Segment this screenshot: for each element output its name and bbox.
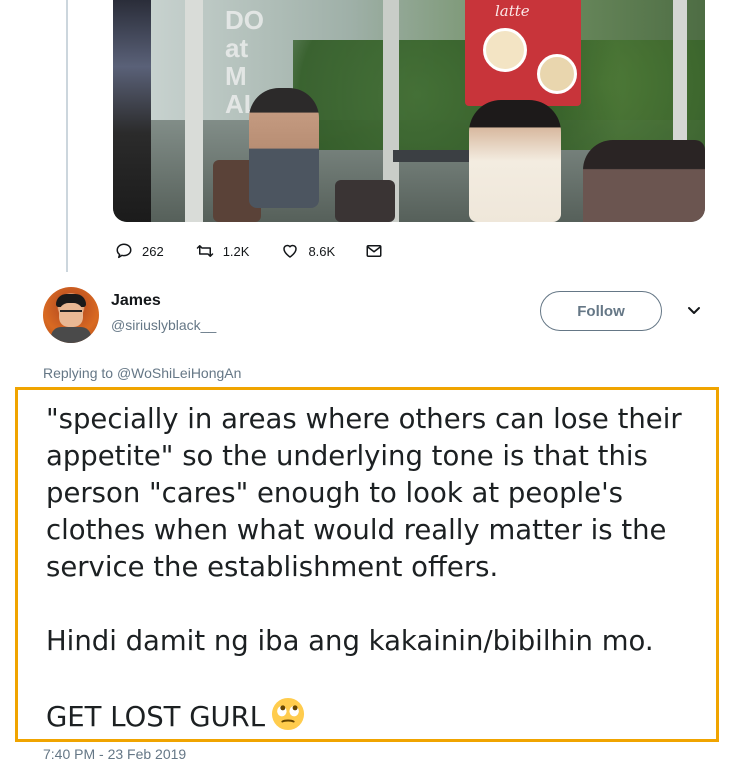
photo-pillar bbox=[185, 0, 203, 222]
tweet-paragraph-last: GET LOST GURL bbox=[46, 697, 722, 736]
retweet-count: 1.2K bbox=[222, 243, 250, 259]
replying-to-line: Replying to @WoShiLeiHongAn bbox=[43, 365, 241, 381]
poster-cup bbox=[537, 54, 577, 94]
photo-person-seated bbox=[583, 140, 705, 222]
photo-person-seated bbox=[469, 100, 561, 222]
photo-poster: latte bbox=[465, 0, 581, 106]
tweet-paragraph: "specially in areas where others can los… bbox=[46, 403, 691, 583]
like-icon bbox=[283, 244, 298, 258]
rolling-eyes-emoji-icon bbox=[272, 697, 305, 731]
avatar-glasses bbox=[60, 310, 82, 317]
replying-to-mention[interactable]: @WoShiLeiHongAn bbox=[117, 365, 241, 381]
message-icon bbox=[366, 245, 382, 257]
thread-line bbox=[66, 0, 68, 272]
replying-prefix: Replying to bbox=[43, 365, 114, 381]
avatar[interactable] bbox=[43, 287, 99, 343]
like-button[interactable]: 8.6K bbox=[281, 242, 335, 260]
tweet-paragraph: Hindi damit ng iba ang kakainin/bibilhin… bbox=[46, 625, 654, 657]
user-handle[interactable]: @siriuslyblack__ bbox=[111, 317, 216, 333]
tweet-photo[interactable]: DO at M ALL latte bbox=[113, 0, 705, 222]
tweet-timestamp[interactable]: 7:40 PM - 23 Feb 2019 bbox=[43, 746, 186, 762]
photo-person-seated bbox=[249, 88, 319, 208]
direct-message-button[interactable] bbox=[365, 242, 392, 260]
tweet-text: "specially in areas where others can los… bbox=[46, 401, 722, 736]
like-count: 8.6K bbox=[308, 243, 336, 259]
reply-count: 262 bbox=[142, 243, 164, 259]
follow-button[interactable]: Follow bbox=[540, 291, 662, 331]
tweet-actions: 262 1.2K 8.6K bbox=[115, 240, 424, 262]
reply-button[interactable]: 262 bbox=[115, 242, 164, 260]
reply-icon bbox=[116, 243, 132, 259]
chevron-down-icon[interactable] bbox=[685, 304, 703, 318]
avatar-shirt bbox=[51, 327, 91, 343]
poster-text: latte bbox=[495, 2, 530, 20]
display-name[interactable]: James bbox=[111, 292, 161, 310]
photo-person-standing bbox=[113, 0, 151, 222]
photo-chair bbox=[335, 180, 395, 222]
retweet-button[interactable]: 1.2K bbox=[196, 242, 250, 260]
highlighted-tweet-text: "specially in areas where others can los… bbox=[15, 387, 719, 742]
poster-cup bbox=[483, 28, 527, 72]
tweet-paragraph-text: GET LOST GURL bbox=[46, 701, 266, 733]
retweet-icon bbox=[196, 245, 213, 257]
